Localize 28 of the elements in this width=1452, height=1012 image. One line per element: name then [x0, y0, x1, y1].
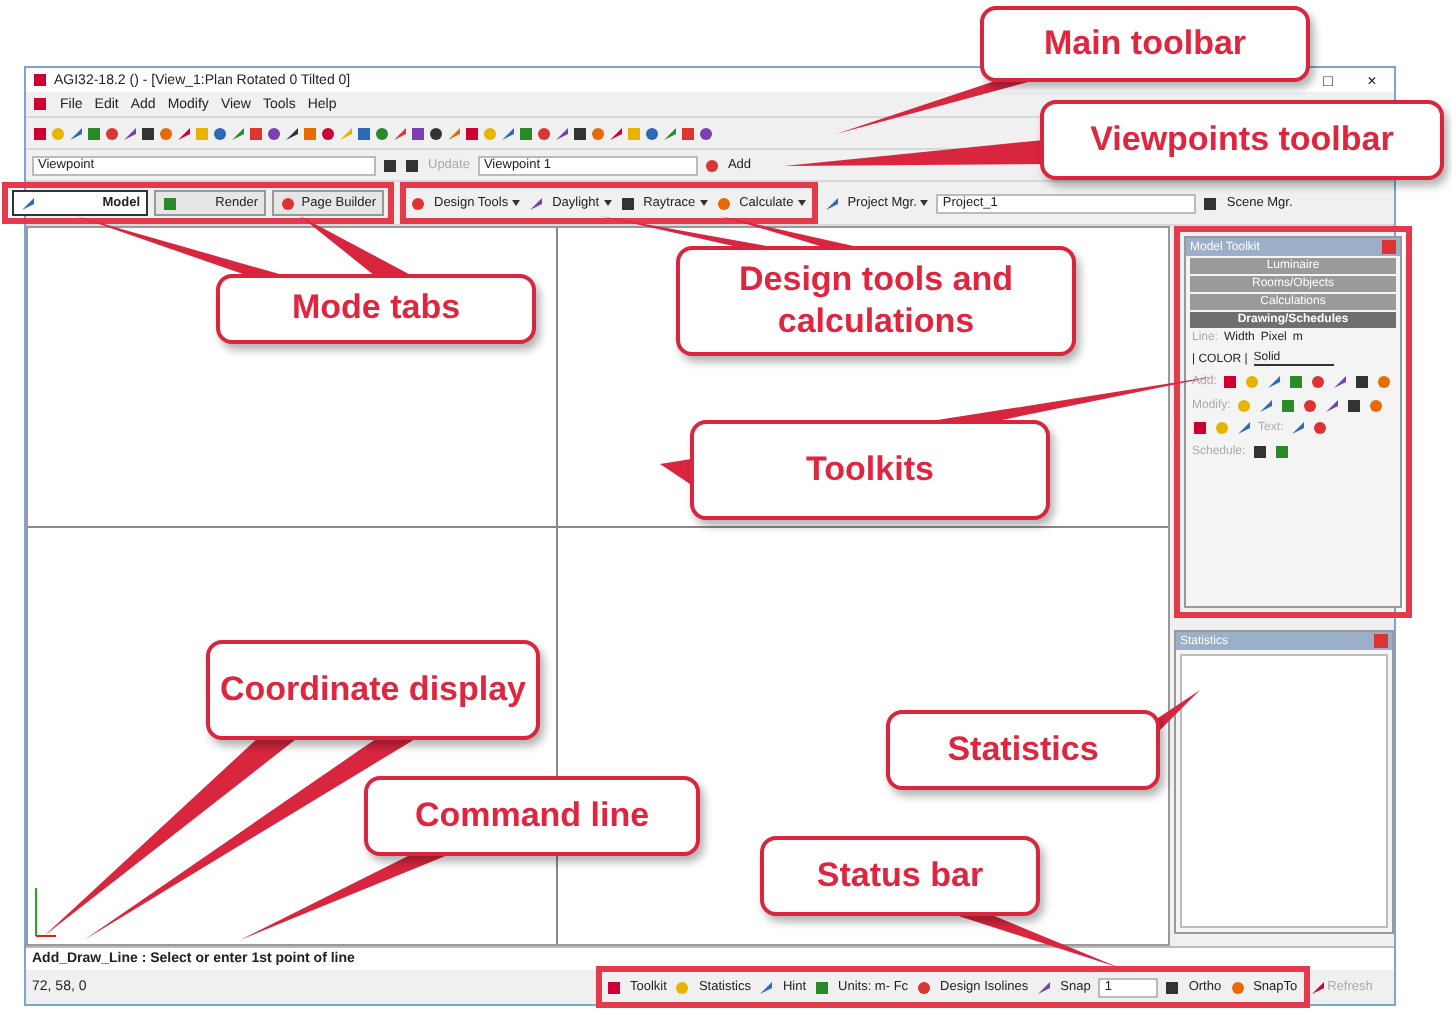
caret-icon — [603, 200, 612, 206]
callout-label: Statistics — [886, 710, 1160, 790]
caret-icon — [699, 200, 708, 206]
tab-icon[interactable] — [162, 195, 178, 211]
tab-icon[interactable] — [280, 195, 296, 211]
maximize-button[interactable]: □ — [1312, 71, 1344, 89]
tool-icon[interactable] — [528, 195, 545, 211]
callout-label: Design tools and calculations — [676, 246, 1076, 356]
status-icon[interactable] — [1164, 979, 1181, 995]
caret-icon — [512, 200, 521, 206]
axis-icon — [32, 888, 56, 940]
status-icon[interactable] — [1309, 979, 1326, 995]
status-icon[interactable] — [606, 979, 622, 995]
close-button[interactable]: × — [1356, 71, 1388, 89]
callout-label: Coordinate display — [206, 640, 540, 740]
tool-icon[interactable] — [1202, 195, 1219, 211]
status-icon[interactable] — [758, 979, 775, 995]
callout-label: Command line — [364, 776, 700, 856]
callout-label: Mode tabs — [216, 274, 536, 344]
callout-label: Main toolbar — [980, 6, 1310, 82]
tool-icon[interactable] — [619, 195, 636, 211]
tab-icon[interactable] — [20, 195, 36, 211]
callout-label: Status bar — [760, 836, 1040, 916]
status-icon[interactable] — [1036, 979, 1053, 995]
caret-icon — [920, 200, 929, 206]
callout-label: Viewpoints toolbar — [1040, 100, 1444, 180]
caret-icon — [797, 200, 806, 206]
callout-label: Toolkits — [690, 420, 1050, 520]
